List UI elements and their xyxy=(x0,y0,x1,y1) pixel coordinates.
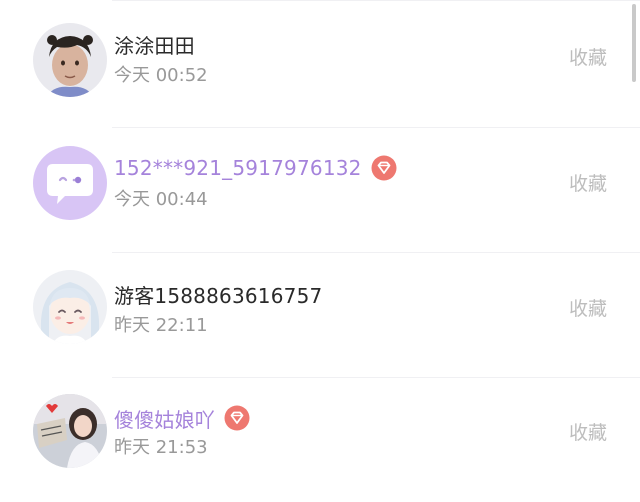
user-name[interactable]: 傻傻姑娘吖 xyxy=(114,404,215,433)
girl-photo-avatar[interactable] xyxy=(33,394,107,468)
diamond-badge-icon xyxy=(371,155,397,181)
scrollbar-thumb[interactable] xyxy=(632,4,636,82)
boy-photo-avatar[interactable] xyxy=(33,23,107,97)
visitor-list: 涂涂田田 今天 00:52 收藏 152***921_5917976132 今天… xyxy=(0,0,640,474)
visit-time: 今天 00:44 xyxy=(114,189,208,210)
favorite-button[interactable]: 收藏 xyxy=(569,294,607,321)
name-line: 152***921_5917976132 xyxy=(114,153,397,183)
visit-time: 昨天 21:53 xyxy=(114,437,208,458)
name-line: 傻傻姑娘吖 xyxy=(114,403,250,433)
favorite-button[interactable]: 收藏 xyxy=(569,169,607,196)
favorite-button[interactable]: 收藏 xyxy=(569,43,607,70)
user-name[interactable]: 游客1588863616757 xyxy=(114,280,322,309)
visit-time: 今天 00:52 xyxy=(114,65,208,86)
list-item[interactable]: 涂涂田田 今天 00:52 收藏 xyxy=(0,3,640,127)
list-item[interactable]: 傻傻姑娘吖 昨天 21:53 收藏 xyxy=(0,378,640,502)
user-name[interactable]: 152***921_5917976132 xyxy=(114,156,362,180)
user-name[interactable]: 涂涂田田 xyxy=(114,30,195,59)
name-line: 游客1588863616757 xyxy=(114,279,322,309)
anime-girl-avatar[interactable] xyxy=(33,270,107,344)
divider xyxy=(112,0,640,1)
list-item[interactable]: 游客1588863616757 昨天 22:11 收藏 xyxy=(0,253,640,377)
diamond-badge-icon xyxy=(224,405,250,431)
visit-time: 昨天 22:11 xyxy=(114,315,208,336)
name-line: 涂涂田田 xyxy=(114,29,195,59)
favorite-button[interactable]: 收藏 xyxy=(569,418,607,445)
chat-bubble-avatar[interactable] xyxy=(33,146,107,220)
list-item[interactable]: 152***921_5917976132 今天 00:44 收藏 xyxy=(0,128,640,252)
